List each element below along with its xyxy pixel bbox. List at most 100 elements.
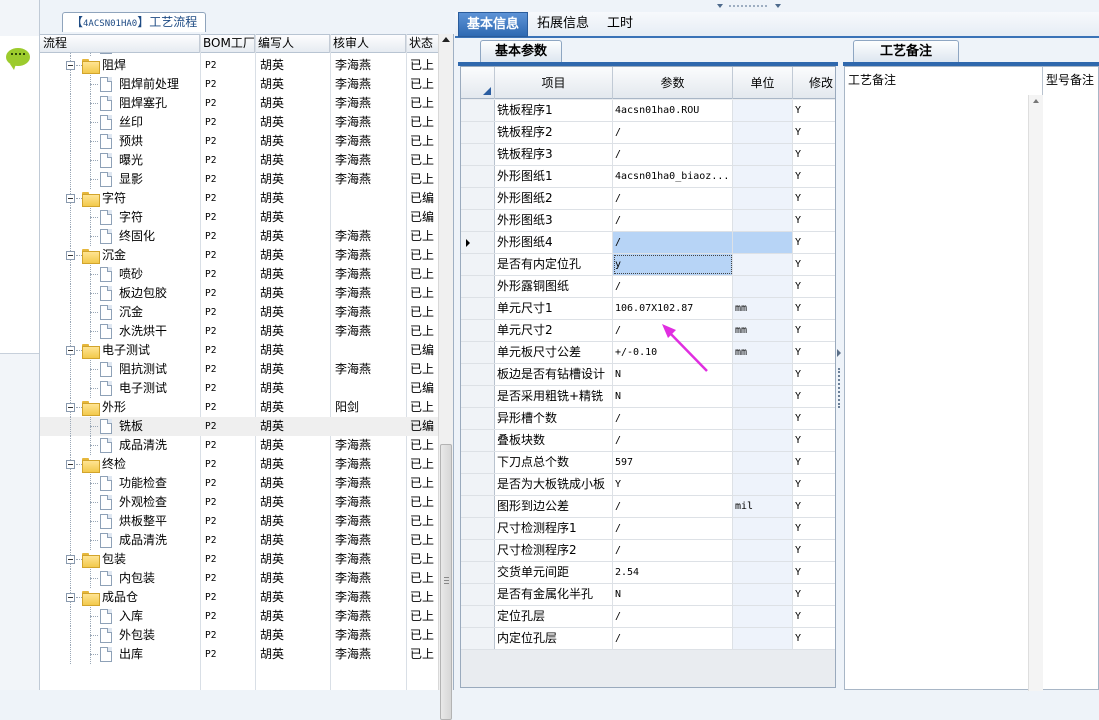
tab-basic-info[interactable]: 基本信息 bbox=[458, 12, 529, 37]
collapse-toggle-icon[interactable] bbox=[66, 346, 75, 355]
param-value-cell[interactable]: / bbox=[613, 188, 733, 209]
param-value-cell[interactable]: / bbox=[613, 496, 733, 517]
row-indicator[interactable] bbox=[461, 452, 495, 473]
param-unit-cell[interactable] bbox=[733, 386, 793, 407]
param-unit-cell[interactable] bbox=[733, 452, 793, 473]
param-value-cell[interactable]: 4acsn01ha0_biaoz... bbox=[613, 166, 733, 187]
row-indicator[interactable] bbox=[461, 100, 495, 121]
tree-item-row[interactable]: 板边包胶 P2 胡英 李海燕 已上 bbox=[40, 284, 438, 303]
param-unit-cell[interactable] bbox=[733, 210, 793, 231]
tree-item-row[interactable]: 电子测试 P2 胡英 已编 bbox=[40, 379, 438, 398]
param-value-cell[interactable]: / bbox=[613, 320, 733, 341]
param-value-cell[interactable]: +/-0.10 bbox=[613, 342, 733, 363]
row-indicator[interactable] bbox=[461, 584, 495, 605]
params-row[interactable]: 单元尺寸2/mm Y bbox=[461, 320, 835, 342]
col-header-status[interactable]: 状态 bbox=[406, 35, 438, 53]
param-unit-cell[interactable] bbox=[733, 100, 793, 121]
param-modify-cell[interactable]: Y bbox=[793, 474, 835, 495]
row-indicator[interactable] bbox=[461, 342, 495, 363]
param-unit-cell[interactable] bbox=[733, 122, 793, 143]
param-unit-cell[interactable] bbox=[733, 408, 793, 429]
params-row[interactable]: 外形图纸4/ Y bbox=[461, 232, 835, 254]
params-row[interactable]: 板边是否有钻槽设计 N Y bbox=[461, 364, 835, 386]
tree-item-row[interactable]: 外包装 P2 胡英 李海燕 已上 bbox=[40, 626, 438, 645]
model-notes-column[interactable]: 型号备注 bbox=[1043, 67, 1099, 691]
tree-folder-row[interactable]: 阻焊 P2 胡英 李海燕 已上 bbox=[40, 56, 438, 75]
param-value-cell[interactable]: N bbox=[613, 386, 733, 407]
param-modify-cell[interactable]: Y bbox=[793, 606, 835, 627]
row-indicator[interactable] bbox=[461, 562, 495, 583]
tree-item-row[interactable]: 成品清洗 P2 胡英 李海燕 已上 bbox=[40, 436, 438, 455]
col-header-bom[interactable]: BOM工厂 bbox=[200, 35, 255, 53]
param-value-cell[interactable]: / bbox=[613, 606, 733, 627]
top-splitter-handle[interactable] bbox=[717, 0, 781, 10]
row-indicator[interactable] bbox=[461, 540, 495, 561]
process-notes-column[interactable]: 工艺备注 bbox=[845, 67, 1043, 691]
param-value-cell[interactable]: y bbox=[613, 254, 733, 275]
tab-work-hours[interactable]: 工时 bbox=[599, 12, 641, 37]
params-row[interactable]: 单元尺寸1 106.07X102.87 mm Y bbox=[461, 298, 835, 320]
param-modify-cell[interactable]: Y bbox=[793, 100, 835, 121]
param-modify-cell[interactable]: Y bbox=[793, 452, 835, 473]
params-row[interactable]: 外形图纸1 4acsn01ha0_biaoz... Y bbox=[461, 166, 835, 188]
param-modify-cell[interactable]: Y bbox=[793, 166, 835, 187]
process-flow-tab[interactable]: 【4ACSN01HA0】工艺流程 bbox=[62, 12, 207, 32]
collapse-toggle-icon[interactable] bbox=[66, 460, 75, 469]
tab-basic-params[interactable]: 基本参数 bbox=[480, 40, 563, 62]
param-value-cell[interactable]: / bbox=[613, 232, 733, 253]
param-value-cell[interactable]: / bbox=[613, 122, 733, 143]
param-unit-cell[interactable] bbox=[733, 144, 793, 165]
param-unit-cell[interactable] bbox=[733, 562, 793, 583]
param-unit-cell[interactable] bbox=[733, 166, 793, 187]
scroll-up-arrow-icon[interactable] bbox=[1033, 99, 1039, 103]
params-row[interactable]: 是否为大板铣成小板 Y Y bbox=[461, 474, 835, 496]
param-value-cell[interactable]: / bbox=[613, 210, 733, 231]
param-unit-cell[interactable]: mm bbox=[733, 320, 793, 341]
param-unit-cell[interactable] bbox=[733, 364, 793, 385]
params-row[interactable]: 图形到边公差 / mil Y bbox=[461, 496, 835, 518]
notes-scrollbar[interactable] bbox=[1028, 95, 1043, 691]
param-value-cell[interactable]: / bbox=[613, 518, 733, 539]
param-modify-cell[interactable]: Y bbox=[793, 628, 835, 649]
tab-process-notes[interactable]: 工艺备注 bbox=[853, 40, 960, 62]
params-row[interactable]: 下刀点总个数 597 Y bbox=[461, 452, 835, 474]
param-unit-cell[interactable]: mm bbox=[733, 298, 793, 319]
param-unit-cell[interactable]: mil bbox=[733, 496, 793, 517]
row-indicator[interactable] bbox=[461, 606, 495, 627]
params-row[interactable]: 是否有金属化半孔 N Y bbox=[461, 584, 835, 606]
param-value-cell[interactable]: / bbox=[613, 276, 733, 297]
param-modify-cell[interactable]: Y bbox=[793, 518, 835, 539]
row-indicator[interactable] bbox=[461, 320, 495, 341]
tree-folder-row[interactable]: 包装 P2 胡英 李海燕 已上 bbox=[40, 550, 438, 569]
row-indicator[interactable] bbox=[461, 210, 495, 231]
param-modify-cell[interactable]: Y bbox=[793, 210, 835, 231]
col-header-unit[interactable]: 单位 bbox=[733, 67, 793, 99]
params-row[interactable]: 外形图纸2/ Y bbox=[461, 188, 835, 210]
param-unit-cell[interactable] bbox=[733, 430, 793, 451]
col-header-item[interactable]: 项目 bbox=[495, 67, 613, 99]
tree-item-row[interactable]: 显影 P2 胡英 李海燕 已上 bbox=[40, 170, 438, 189]
row-indicator[interactable] bbox=[461, 144, 495, 165]
params-row[interactable]: 尺寸检测程序2/ Y bbox=[461, 540, 835, 562]
param-value-cell[interactable]: 106.07X102.87 bbox=[613, 298, 733, 319]
param-modify-cell[interactable]: Y bbox=[793, 254, 835, 275]
tree-item-row[interactable]: 阻抗测试 P2 胡英 李海燕 已上 bbox=[40, 360, 438, 379]
param-value-cell[interactable]: 597 bbox=[613, 452, 733, 473]
scrollbar-thumb[interactable] bbox=[440, 444, 452, 720]
param-modify-cell[interactable]: Y bbox=[793, 408, 835, 429]
params-row[interactable]: 外形图纸3/ Y bbox=[461, 210, 835, 232]
params-row[interactable]: 单元板尺寸公差 +/-0.10 mm Y bbox=[461, 342, 835, 364]
row-indicator[interactable] bbox=[461, 474, 495, 495]
params-row[interactable]: 异形槽个数 / Y bbox=[461, 408, 835, 430]
param-value-cell[interactable]: / bbox=[613, 144, 733, 165]
tree-item-row[interactable]: 入库 P2 胡英 李海燕 已上 bbox=[40, 607, 438, 626]
tree-item-row[interactable]: 成品清洗 P2 胡英 李海燕 已上 bbox=[40, 531, 438, 550]
tree-item-row[interactable]: 曝光 P2 胡英 李海燕 已上 bbox=[40, 151, 438, 170]
tree-item-row[interactable]: 出库 P2 胡英 李海燕 已上 bbox=[40, 645, 438, 664]
params-row[interactable]: 尺寸检测程序1/ Y bbox=[461, 518, 835, 540]
param-value-cell[interactable]: / bbox=[613, 628, 733, 649]
param-unit-cell[interactable] bbox=[733, 606, 793, 627]
tree-folder-row[interactable]: 电子测试 P2 胡英 已编 bbox=[40, 341, 438, 360]
param-modify-cell[interactable]: Y bbox=[793, 122, 835, 143]
param-modify-cell[interactable]: Y bbox=[793, 320, 835, 341]
